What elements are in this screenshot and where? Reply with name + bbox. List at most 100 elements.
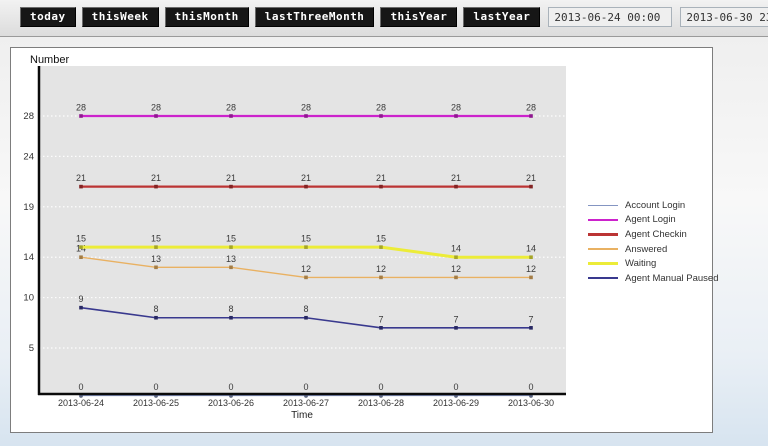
data-point [304, 114, 308, 118]
end-time-input[interactable] [680, 7, 768, 27]
legend-label: Account Login [625, 200, 685, 211]
data-point [454, 185, 458, 189]
data-point [304, 276, 308, 280]
data-point [154, 114, 158, 118]
legend-swatch [588, 262, 618, 265]
data-label: 28 [76, 103, 86, 113]
legend-label: Waiting [625, 258, 656, 269]
x-tick-label: 2013-06-30 [508, 398, 554, 408]
data-label: 21 [301, 173, 311, 183]
data-point [454, 255, 458, 259]
data-point [229, 245, 233, 249]
data-point [304, 316, 308, 320]
data-label: 7 [528, 314, 533, 324]
data-label: 0 [153, 382, 158, 392]
data-point [379, 326, 383, 330]
data-label: 28 [301, 103, 311, 113]
data-label: 15 [301, 234, 311, 244]
data-label: 28 [226, 103, 236, 113]
data-label: 8 [228, 304, 233, 314]
data-label: 12 [376, 264, 386, 274]
legend-swatch [588, 205, 618, 206]
data-point [379, 276, 383, 280]
data-label: 14 [451, 244, 461, 254]
data-label: 7 [453, 314, 458, 324]
data-point [304, 245, 308, 249]
y-tick-label: 19 [23, 202, 34, 213]
legend-swatch [588, 219, 618, 221]
x-tick-label: 2013-06-28 [358, 398, 404, 408]
data-label: 0 [303, 382, 308, 392]
data-label: 0 [528, 382, 533, 392]
range-button-thisWeek[interactable]: thisWeek [82, 7, 159, 27]
legend-label: Agent Manual Paused [625, 273, 718, 284]
data-point [379, 245, 383, 249]
data-label: 14 [526, 244, 536, 254]
data-point [154, 245, 158, 249]
data-point [529, 185, 533, 189]
x-tick-label: 2013-06-25 [133, 398, 179, 408]
range-button-thisYear[interactable]: thisYear [380, 7, 457, 27]
data-label: 28 [376, 103, 386, 113]
data-point [229, 316, 233, 320]
range-button-lastYear[interactable]: lastYear [463, 7, 540, 27]
data-point [154, 185, 158, 189]
data-label: 28 [451, 103, 461, 113]
data-label: 0 [453, 382, 458, 392]
legend-label: Answered [625, 244, 667, 255]
data-point [79, 306, 83, 310]
data-label: 21 [151, 173, 161, 183]
legend-item-agent-login: Agent Login [588, 213, 718, 228]
data-point [154, 266, 158, 270]
range-button-lastThreeMonth[interactable]: lastThreeMonth [255, 7, 375, 27]
start-time-input[interactable] [548, 7, 672, 27]
data-point [379, 185, 383, 189]
data-label: 12 [526, 264, 536, 274]
data-point [454, 276, 458, 280]
data-label: 0 [78, 382, 83, 392]
data-label: 28 [151, 103, 161, 113]
x-tick-label: 2013-06-26 [208, 398, 254, 408]
data-point [154, 316, 158, 320]
legend-item-account-login: Account Login [588, 198, 718, 213]
legend-item-agent-checkin: Agent Checkin [588, 227, 718, 242]
data-label: 13 [226, 254, 236, 264]
data-point [79, 185, 83, 189]
data-point [529, 255, 533, 259]
data-point [304, 185, 308, 189]
range-button-today[interactable]: today [20, 7, 76, 27]
data-point [229, 266, 233, 270]
data-label: 21 [451, 173, 461, 183]
legend-swatch [588, 248, 618, 249]
data-label: 15 [151, 234, 161, 244]
legend-item-agent-manual-paused: Agent Manual Paused [588, 271, 718, 286]
data-point [454, 114, 458, 118]
data-label: 15 [226, 234, 236, 244]
data-point [79, 255, 83, 259]
data-point [529, 326, 533, 330]
data-point [79, 245, 83, 249]
legend-swatch [588, 233, 618, 235]
range-button-thisMonth[interactable]: thisMonth [165, 7, 249, 27]
y-tick-label: 10 [23, 293, 34, 304]
y-tick-label: 28 [23, 111, 34, 122]
data-label: 8 [303, 304, 308, 314]
data-label: 7 [378, 314, 383, 324]
data-point [379, 114, 383, 118]
data-label: 12 [301, 264, 311, 274]
data-label: 15 [376, 234, 386, 244]
y-tick-label: 14 [23, 252, 34, 263]
legend-item-answered: Answered [588, 242, 718, 257]
y-tick-label: 24 [23, 151, 34, 162]
data-label: 28 [526, 103, 536, 113]
data-point [229, 114, 233, 118]
data-label: 21 [526, 173, 536, 183]
data-point [79, 114, 83, 118]
toolbar: today thisWeek thisMonth lastThreeMonththis… [0, 0, 768, 37]
legend-label: Agent Checkin [625, 229, 687, 240]
data-point [529, 276, 533, 280]
data-point [529, 114, 533, 118]
x-tick-label: 2013-06-29 [433, 398, 479, 408]
x-tick-label: 2013-06-24 [58, 398, 104, 408]
x-tick-label: 2013-06-27 [283, 398, 329, 408]
